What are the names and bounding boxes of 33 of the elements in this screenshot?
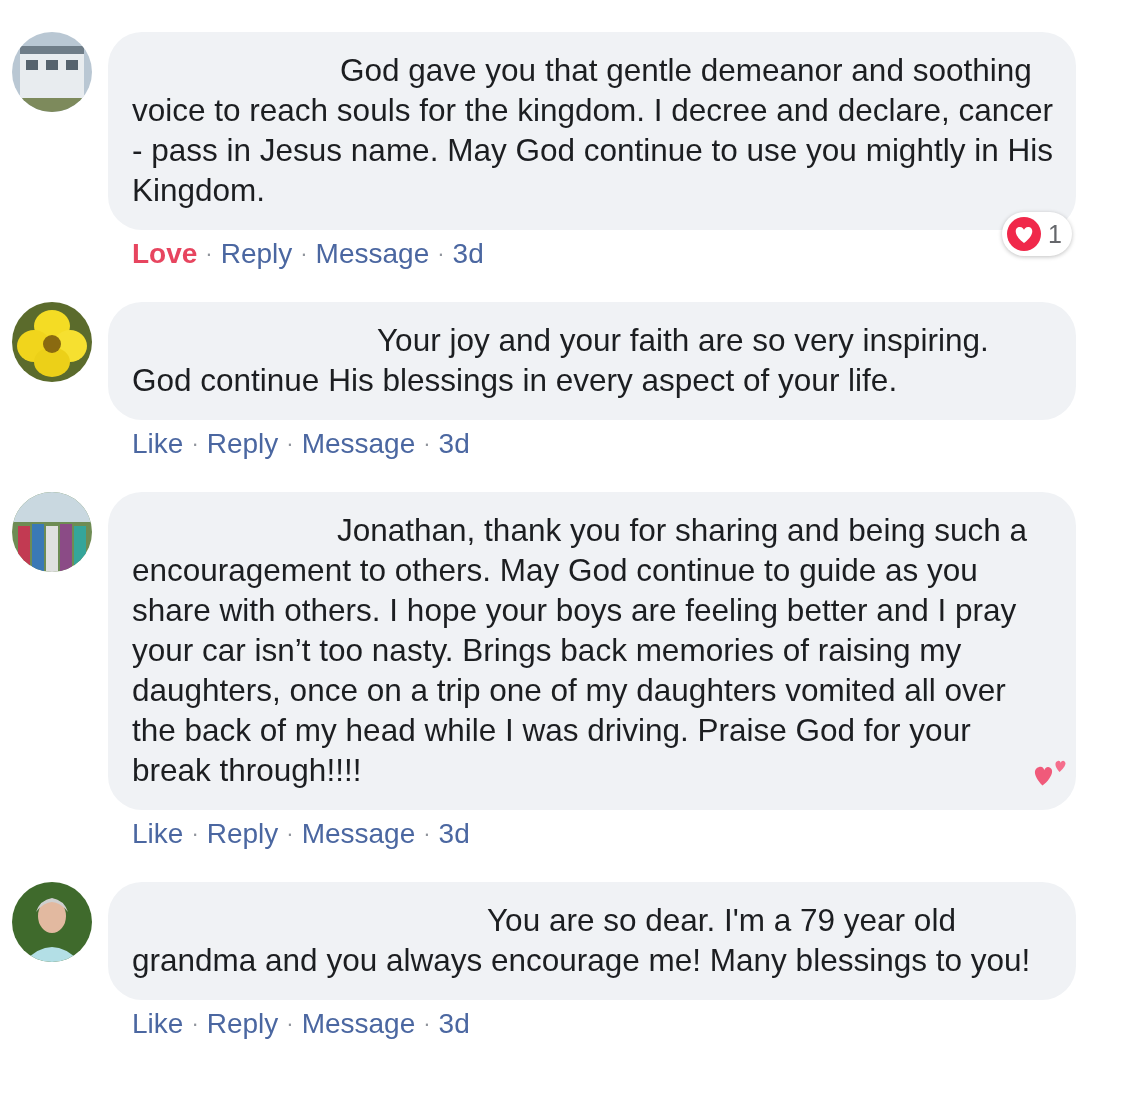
action-link[interactable]: Reply (206, 1006, 279, 1042)
separator: · (191, 1010, 199, 1038)
timestamp[interactable]: 3d (438, 426, 470, 462)
separator: · (286, 820, 294, 848)
separator: · (423, 820, 431, 848)
action-link[interactable]: Reply (206, 426, 279, 462)
separator: · (437, 240, 445, 268)
action-link[interactable]: Message (301, 426, 416, 462)
separator: · (191, 820, 199, 848)
reaction-link[interactable]: Like (132, 1006, 184, 1042)
comment-text: Your joy and your faith are so very inspiring. God continue His blessings in every aspect of your life. (132, 322, 989, 398)
comment-text: God gave you that gentle demeanor and soothing voice to reach souls for the kingdom. I decree and declare, cancer - pass in Jesus name. May God continue to use you mightly in His Kingdom. (132, 52, 1053, 208)
separator: · (205, 240, 213, 268)
action-link[interactable]: Reply (206, 816, 279, 852)
action-link[interactable]: Message (315, 236, 430, 272)
action-link[interactable]: Reply (220, 236, 293, 272)
reaction-link[interactable]: Like (132, 426, 184, 462)
timestamp[interactable]: 3d (438, 1006, 470, 1042)
separator: · (286, 430, 294, 458)
separator: · (191, 430, 199, 458)
reaction-badge[interactable]: 1 (1002, 212, 1072, 256)
comment-text: Jonathan, thank you for sharing and being such a encouragement to others. May God continue to guide as you share with others. I hope your boys are feeling better and I pray your car isn’t too nasty. Brings back memories of raising my daughters, once on a trip one of my daughters vomited all over the back of my head while I was driving. Praise God for your break through!!!! (132, 512, 1027, 788)
separator: · (423, 430, 431, 458)
timestamp[interactable]: 3d (438, 816, 470, 852)
reaction-link[interactable]: Love (132, 236, 198, 272)
action-link[interactable]: Message (301, 1006, 416, 1042)
comment-text: You are so dear. I'm a 79 year old grandma and you always encourage me! Many blessings to you! (132, 902, 1031, 978)
reaction-link[interactable]: Like (132, 816, 184, 852)
separator: · (300, 240, 308, 268)
timestamp[interactable]: 3d (452, 236, 484, 272)
separator: · (286, 1010, 294, 1038)
separator: · (423, 1010, 431, 1038)
action-link[interactable]: Message (301, 816, 416, 852)
